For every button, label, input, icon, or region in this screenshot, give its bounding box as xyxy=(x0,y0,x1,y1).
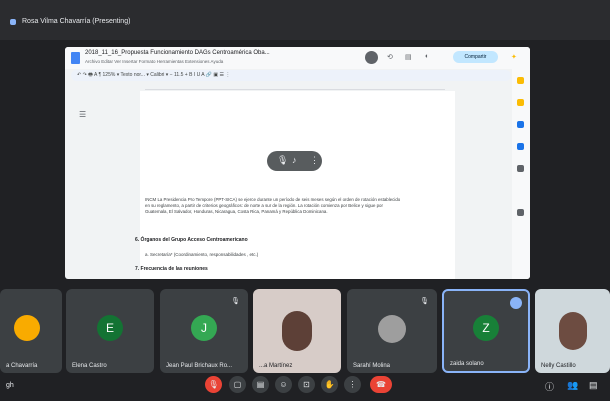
mic-icon[interactable]: 🎙 xyxy=(277,155,288,166)
calendar-icon[interactable] xyxy=(517,143,524,150)
participant-name: zaida solano xyxy=(450,361,484,367)
participant-tile-4[interactable]: ...a Martínez xyxy=(253,289,341,373)
top-bar: Rosa Vilma Chavarría (Presenting) xyxy=(0,0,610,40)
more-icon[interactable]: ⋮ xyxy=(310,155,319,166)
doc-heading: 6. Órganos del Grupo Acceso Centroameric… xyxy=(135,237,248,243)
participant-name: Nelly Castillo xyxy=(541,363,576,369)
participant-tile-3[interactable]: 🎙 J Jean Paul Brichaux Ro... xyxy=(160,289,248,373)
ruler xyxy=(145,83,445,90)
keep-icon[interactable] xyxy=(517,77,524,84)
volume-icon[interactable]: ♪ xyxy=(292,155,297,165)
outline-icon[interactable]: ☰ xyxy=(79,110,86,119)
doc-subheading: 7. Frecuencia de las reuniones xyxy=(135,266,208,272)
shared-screen[interactable]: 2018_11_16_Propuesta Funcionamiento DAGs… xyxy=(65,47,530,279)
participant-tile-1[interactable]: a Chavarría xyxy=(0,289,62,373)
camera-toggle-button[interactable]: ▢ xyxy=(229,376,246,393)
doc-paragraph: INCM La Presidencia Pro Tempore (PPT-SIC… xyxy=(145,197,401,214)
speaking-icon xyxy=(510,297,522,309)
participant-tile-6[interactable]: Z zaida solano xyxy=(442,289,530,373)
user-avatar[interactable] xyxy=(365,51,378,64)
more-options-button[interactable]: ⋮ xyxy=(344,376,361,393)
captions-button[interactable]: ▤ xyxy=(252,376,269,393)
doc-toolbar[interactable]: ↶ ↷ 🖶 A ¶ 125% ▾ Texto nor... ▾ Calibri … xyxy=(71,70,511,81)
mic-off-icon: 🎙 xyxy=(420,298,429,305)
people-icon[interactable]: 👥 xyxy=(567,380,578,391)
floating-present-controls[interactable]: 🎙 ♪ ⋮ xyxy=(267,151,322,171)
contacts-icon[interactable] xyxy=(517,121,524,128)
participant-name: Jean Paul Brichaux Ro... xyxy=(166,363,233,369)
meet-icon[interactable]: ◐ xyxy=(425,53,429,60)
add-addon-icon[interactable] xyxy=(517,209,524,216)
info-icon[interactable]: ⓘ xyxy=(545,380,554,393)
participant-avatar: J xyxy=(191,315,217,341)
tasks-icon[interactable] xyxy=(517,99,524,106)
participant-tile-2[interactable]: E Elena Castro xyxy=(66,289,154,373)
presentation-icon xyxy=(10,19,16,25)
doc-bullet: a. Secretaría* (Coordinamiento, responsa… xyxy=(145,252,259,257)
participant-video xyxy=(282,311,312,351)
chat-icon[interactable]: ▤ xyxy=(589,380,598,391)
participant-tile-7[interactable]: Nelly Castillo xyxy=(535,289,610,373)
end-call-button[interactable]: ☎ xyxy=(370,376,392,393)
doc-title[interactable]: 2018_11_16_Propuesta Funcionamiento DAGs… xyxy=(85,50,270,56)
emoji-button[interactable]: ☺ xyxy=(275,376,292,393)
gemini-icon[interactable]: ✦ xyxy=(511,53,517,61)
side-panel xyxy=(512,69,530,279)
doc-header: 2018_11_16_Propuesta Funcionamiento DAGs… xyxy=(65,47,530,69)
raise-hand-button[interactable]: ✋ xyxy=(321,376,338,393)
comment-icon[interactable]: ▤ xyxy=(405,53,412,61)
participant-avatar: Z xyxy=(473,315,499,341)
share-button[interactable]: Compartir xyxy=(453,51,498,63)
participant-name: a Chavarría xyxy=(6,363,38,369)
history-icon[interactable]: ⟲ xyxy=(387,53,393,61)
meeting-code: gh xyxy=(6,382,14,389)
participant-name: Sarahí Molina xyxy=(353,363,391,369)
participant-name: ...a Martínez xyxy=(259,363,293,369)
participant-tile-5[interactable]: 🎙 Sarahí Molina xyxy=(347,289,437,373)
participant-photo xyxy=(378,315,406,343)
participant-avatar xyxy=(14,315,40,341)
present-button[interactable]: ⊡ xyxy=(298,376,315,393)
maps-icon[interactable] xyxy=(517,165,524,172)
toolbar-buttons[interactable]: ↶ ↷ 🖶 A ¶ 125% ▾ Texto nor... ▾ Calibri … xyxy=(77,72,230,80)
doc-menu-bar[interactable]: Archivo Editar Ver Insertar Formato Herr… xyxy=(85,59,223,64)
participant-name: Elena Castro xyxy=(72,363,107,369)
mic-off-icon: 🎙 xyxy=(231,298,240,305)
participant-avatar: E xyxy=(97,315,123,341)
presenter-label: Rosa Vilma Chavarría (Presenting) xyxy=(22,18,131,25)
participant-video xyxy=(558,312,587,350)
google-docs-icon xyxy=(71,52,80,64)
mic-toggle-button[interactable]: 🎙 xyxy=(205,376,222,393)
doc-page[interactable] xyxy=(140,91,455,279)
